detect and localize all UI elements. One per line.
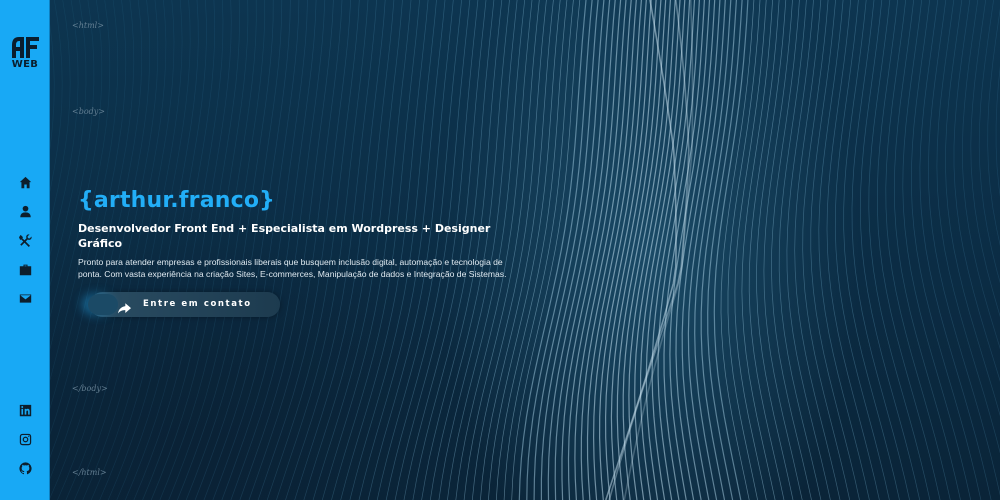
tools-icon (18, 234, 32, 247)
envelope-icon (19, 294, 31, 303)
share-arrow-icon (118, 299, 131, 314)
button-knob (88, 294, 118, 315)
logo[interactable]: WEB (0, 36, 50, 70)
social-github[interactable] (0, 454, 50, 483)
social-linkedin[interactable] (0, 396, 50, 425)
social-nav (0, 396, 50, 483)
html-close-tag: </html> (72, 468, 107, 477)
instagram-icon (19, 433, 31, 446)
sidebar: WEB (0, 0, 50, 500)
logo-mark-icon (12, 37, 39, 58)
hero-description: Pronto para atender empresas e profissio… (78, 257, 507, 279)
nav-contact[interactable] (0, 284, 50, 313)
contact-button[interactable]: Entre em contato (88, 292, 280, 317)
contact-button-label: Entre em contato (143, 299, 252, 309)
nav-home[interactable] (0, 168, 50, 197)
hero-role: Desenvolvedor Front End + Especialista e… (78, 222, 491, 250)
body-close-tag: </body> (72, 384, 108, 393)
github-icon (18, 462, 32, 475)
html-open-tag: <html> (72, 21, 104, 30)
hero-section: <html> <body> </body> </html> {arthur.fr… (50, 0, 1000, 500)
social-instagram[interactable] (0, 425, 50, 454)
user-icon (19, 205, 31, 218)
briefcase-icon (19, 264, 31, 276)
primary-nav (0, 168, 50, 313)
body-open-tag: <body> (72, 107, 105, 116)
logo-text: WEB (11, 59, 39, 70)
hero-name: {arthur.franco} (78, 188, 276, 213)
nav-portfolio[interactable] (0, 255, 50, 284)
hero-content: {arthur.franco} Desenvolvedor Front End … (78, 186, 518, 280)
home-icon (19, 176, 31, 189)
nav-about[interactable] (0, 197, 50, 226)
linkedin-icon (19, 404, 31, 417)
nav-skills[interactable] (0, 226, 50, 255)
